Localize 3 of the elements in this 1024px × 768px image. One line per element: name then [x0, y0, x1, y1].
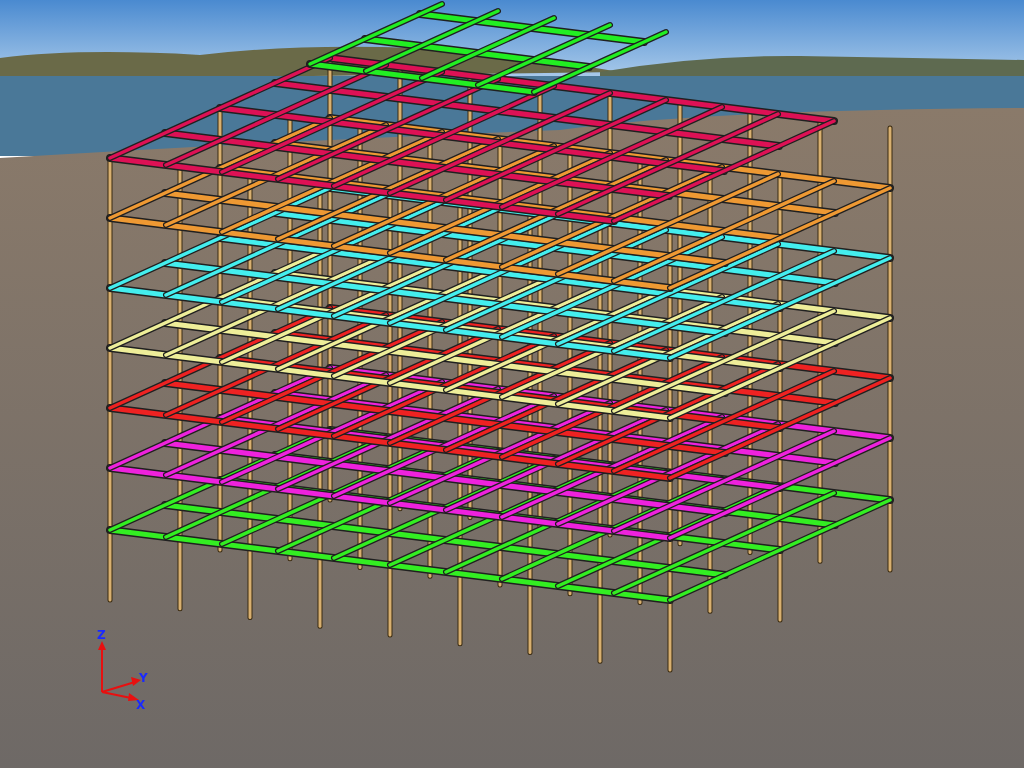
axis-label: Y [139, 672, 148, 684]
axis-label: X [136, 699, 146, 711]
axis-label: Z [97, 629, 106, 641]
